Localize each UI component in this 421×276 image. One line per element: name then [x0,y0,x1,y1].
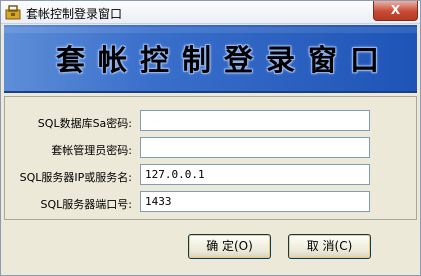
sa-password-label: SQL数据库Sa密码: [37,117,132,130]
cancel-button[interactable]: 取 消(C) [288,234,371,259]
admin-password-field[interactable] [140,137,370,158]
title-bar[interactable]: 套帐控制登录窗口 X [1,1,420,24]
server-port-label: SQL服务器端口号: [40,198,132,211]
admin-password-label: 套帐管理员密码: [51,144,132,157]
ok-button[interactable]: 确 定(O) [188,234,271,259]
login-window: 套帐控制登录窗口 X 套帐控制登录窗口 SQL数据库Sa密码: 套帐管理员密码:… [0,0,421,276]
sa-password-field[interactable] [140,110,370,131]
app-icon [5,5,21,20]
window-title: 套帐控制登录窗口 [26,7,123,21]
server-name-label: SQL服务器IP或服务名: [19,171,132,184]
server-port-field[interactable]: 1433 [140,191,370,212]
banner-title: 套帐控制登录窗口 [56,43,393,77]
server-name-field[interactable]: 127.0.0.1 [140,164,370,185]
banner-highlight [4,27,417,33]
close-button[interactable]: X [373,1,418,21]
